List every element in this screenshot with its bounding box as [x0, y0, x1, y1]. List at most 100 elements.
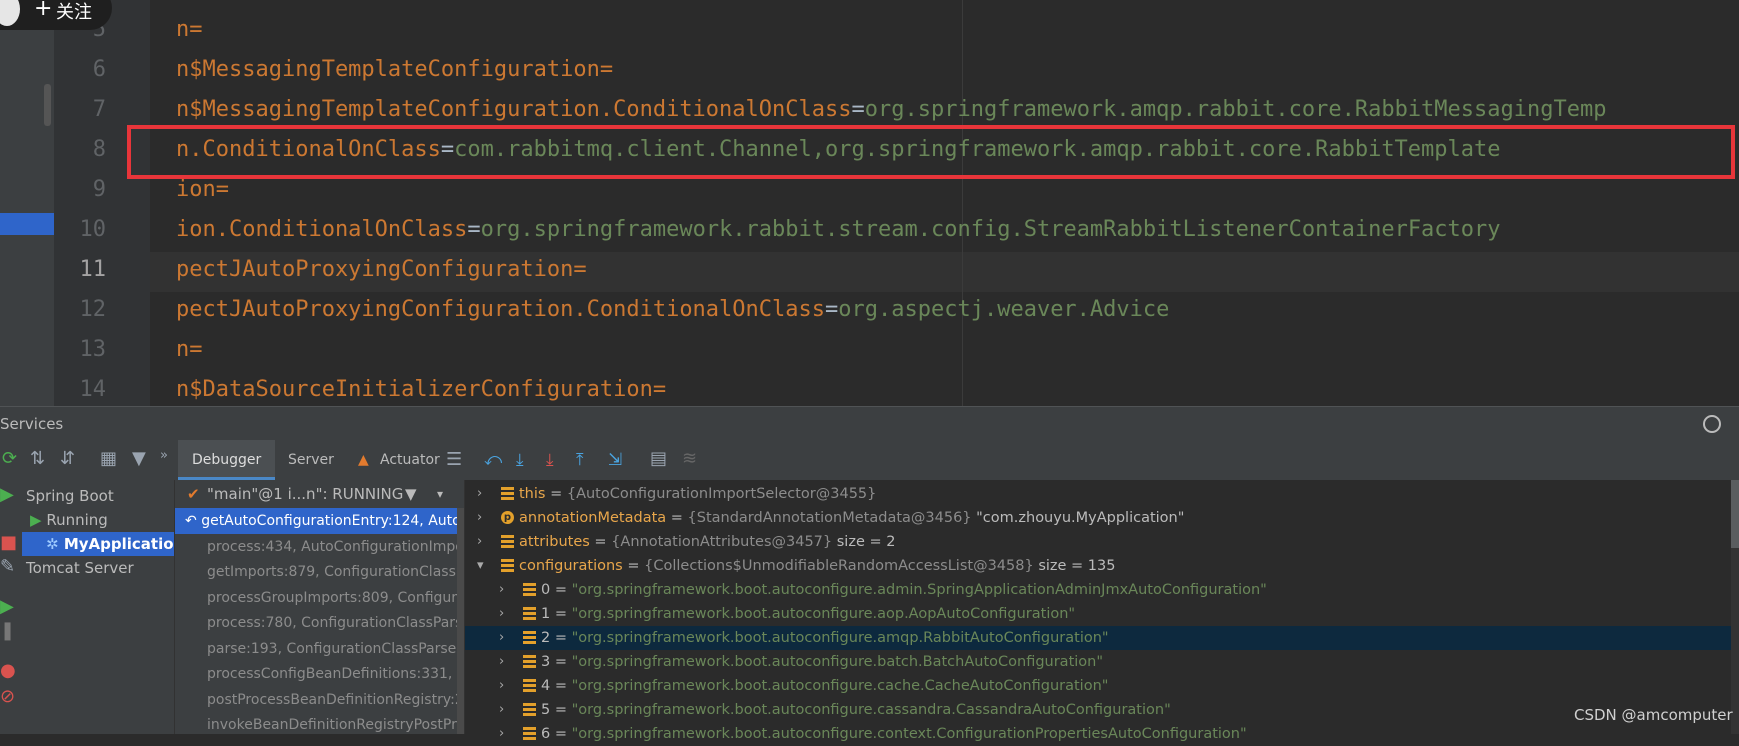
services-toolbar: ⟳ ⇅ ⇵ ▦ ▼ » [0, 440, 174, 481]
thread-filter-icon[interactable]: ▼ [405, 480, 417, 508]
stack-frame[interactable]: getImports:879, ConfigurationClassP [175, 559, 465, 585]
settings-gear-icon[interactable] [1703, 415, 1721, 433]
property-value: org.aspectj.weaver.Advice [838, 297, 1170, 322]
collapse-all-icon[interactable]: ⇵ [60, 448, 75, 469]
list-item[interactable]: › 3 = "org.springframework.boot.autoconfi… [465, 650, 1739, 674]
stack-frame-label: getImports:879, ConfigurationClassP [207, 564, 465, 580]
variables-panel: › this = {AutoConfigurationImportSelector… [464, 480, 1739, 742]
item-value: "org.springframework.boot.autoconfigure.… [571, 654, 1104, 670]
step-over-icon[interactable]: ⤓ [516, 450, 524, 470]
tree-running-label: Running [46, 511, 108, 529]
tab-actuator[interactable]: ▲ Actuator [344, 440, 454, 480]
thread-selector[interactable]: ✔ "main"@1 i...n": RUNNING ▼ ▾ [175, 480, 465, 508]
tab-actuator-label: Actuator [380, 452, 440, 468]
variables-scroll-thumb[interactable] [1731, 480, 1739, 548]
tree-spring-boot[interactable]: Spring Boot [26, 484, 114, 508]
more-icon[interactable]: » [160, 448, 168, 463]
code-line[interactable]: 5 n= [0, 10, 1739, 50]
stack-frame[interactable]: invokeBeanDefinitionRegistryPostPr [175, 712, 465, 738]
code-line[interactable]: 10 ion.ConditionalOnClass=org.springframe… [0, 210, 1739, 250]
equals-sign: = [825, 297, 839, 322]
variable-row[interactable]: › this = {AutoConfigurationImportSelector… [465, 482, 1739, 506]
expand-arrow-icon: › [499, 630, 505, 645]
run-to-cursor-icon[interactable]: ⇲ [608, 450, 622, 470]
spring-app-icon: ✲ [46, 535, 59, 553]
code-line[interactable]: 13 n= [0, 330, 1739, 370]
variable-row[interactable]: › p annotationMetadata = {StandardAnnotati… [465, 506, 1739, 530]
variable-text: attributes = {AnnotationAttributes@3457}… [519, 530, 895, 554]
expanded-arrow-icon: ▾ [477, 558, 484, 573]
view-breakpoints-icon[interactable]: ● [0, 660, 16, 681]
pause-icon[interactable]: ❚ [0, 620, 15, 641]
expand-arrow-icon: › [477, 510, 483, 525]
tab-debugger[interactable]: Debugger [178, 440, 276, 480]
code-line[interactable]: 11 pectJAutoProxyingConfiguration= [0, 250, 1739, 290]
stack-frame[interactable]: processGroupImports:809, Configura [175, 585, 465, 611]
equals-sign: = [550, 702, 572, 718]
services-side-actions: ▶ ■ ✎ ▶ ❚ ● ⊘ [0, 480, 22, 734]
list-item[interactable]: › 5 = "org.springframework.boot.autoconfi… [465, 698, 1739, 722]
list-item[interactable]: › 6 = "org.springframework.boot.autoconfi… [465, 722, 1739, 746]
item-index: 5 [541, 702, 551, 718]
tab-server[interactable]: Server [274, 440, 348, 480]
chevron-down-icon[interactable]: ▾ [437, 480, 443, 508]
variable-row[interactable]: › attributes = {AnnotationAttributes@3457… [465, 530, 1739, 554]
expand-all-icon[interactable]: ⇅ [30, 448, 45, 469]
equals-sign: = [622, 558, 645, 574]
mute-breakpoints-icon[interactable]: ⊘ [0, 686, 15, 707]
watermark: CSDN @amcomputer [1574, 706, 1733, 724]
code-line[interactable]: 7 n$MessagingTemplateConfiguration.Condit… [0, 90, 1739, 130]
variable-row[interactable]: ▾ configurations = {Collections$Unmodifia… [465, 554, 1739, 578]
resume-icon[interactable]: ▶ [0, 596, 14, 617]
equals-sign: = [666, 510, 688, 526]
property-key: pectJAutoProxyingConfiguration= [176, 257, 587, 282]
filter-icon[interactable]: ▼ [132, 448, 146, 469]
code-editor[interactable]: 5 n= 6 n$MessagingTemplateConfiguration= 7 n$… [0, 0, 1739, 406]
stack-frame-label: parse:193, ConfigurationClassParser [207, 640, 463, 657]
item-index: 4 [541, 678, 551, 694]
line-number: 13 [79, 337, 107, 362]
wrench-icon[interactable]: ✎ [0, 556, 15, 577]
property-key: n= [176, 17, 203, 42]
rerun-icon[interactable]: ⟳ [2, 448, 17, 469]
stack-frame[interactable]: ↶ getAutoConfigurationEntry:124, AutoC [175, 508, 465, 534]
trace-icon[interactable]: ≋ [682, 448, 697, 469]
stack-frame[interactable]: processConfigBeanDefinitions:331, C [175, 661, 465, 687]
tree-running[interactable]: ▶ Running [30, 508, 108, 532]
list-item[interactable]: › 4 = "org.springframework.boot.autoconfi… [465, 674, 1739, 698]
step-out-icon[interactable]: ⤒ [576, 450, 584, 470]
equals-sign: = [467, 217, 481, 242]
tree-tomcat[interactable]: Tomcat Server [26, 556, 134, 580]
expand-arrow-icon: › [477, 486, 483, 501]
tree-myapplication[interactable]: ✲ MyApplication [22, 532, 184, 556]
stack-frame-label: process:434, AutoConfigurationImpo [207, 538, 464, 555]
layout-menu-icon[interactable]: ☰ [446, 449, 462, 470]
code-text: pectJAutoProxyingConfiguration.Condition… [176, 290, 1169, 330]
field-icon [501, 487, 514, 500]
list-item[interactable]: › 2 = "org.springframework.boot.autoconfi… [465, 626, 1739, 650]
code-line[interactable]: 12 pectJAutoProxyingConfiguration.Conditi… [0, 290, 1739, 330]
item-text: 4 = "org.springframework.boot.autoconfig… [541, 674, 1108, 698]
follow-badge[interactable]: + 关注 [0, 0, 112, 30]
equals-sign: = [550, 678, 572, 694]
run-icon[interactable]: ▶ [0, 484, 14, 505]
group-by-icon[interactable]: ▦ [100, 448, 117, 469]
stack-frame[interactable]: parse:193, ConfigurationClassParser [175, 636, 465, 662]
property-key: n$DataSourceInitializerConfiguration= [176, 377, 667, 402]
evaluate-expression-icon[interactable]: ▤ [650, 448, 667, 469]
show-execution-point-icon[interactable]: ⤺ [484, 450, 502, 470]
code-line[interactable]: 14 n$DataSourceInitializerConfiguration= [0, 370, 1739, 406]
item-text: 1 = "org.springframework.boot.autoconfig… [541, 602, 1075, 626]
frames-panel: ✔ "main"@1 i...n": RUNNING ▼ ▾ ↶ getAuto… [174, 480, 465, 734]
property-key: pectJAutoProxyingConfiguration.Condition… [176, 297, 826, 322]
variable-text: this = {AutoConfigurationImportSelector@… [519, 482, 876, 506]
stop-icon[interactable]: ■ [0, 532, 17, 553]
code-line[interactable]: 6 n$MessagingTemplateConfiguration= [0, 50, 1739, 90]
stack-frame[interactable]: postProcessBeanDefinitionRegistry:2 [175, 687, 465, 713]
stack-frame[interactable]: process:434, AutoConfigurationImpo [175, 534, 465, 560]
step-into-icon[interactable]: ⤓ [546, 450, 554, 470]
list-item[interactable]: › 0 = "org.springframework.boot.autoconfi… [465, 578, 1739, 602]
stack-frame[interactable]: process:780, ConfigurationClassPars [175, 610, 465, 636]
equals-sign: = [589, 534, 612, 550]
list-item[interactable]: › 1 = "org.springframework.boot.autoconfi… [465, 602, 1739, 626]
